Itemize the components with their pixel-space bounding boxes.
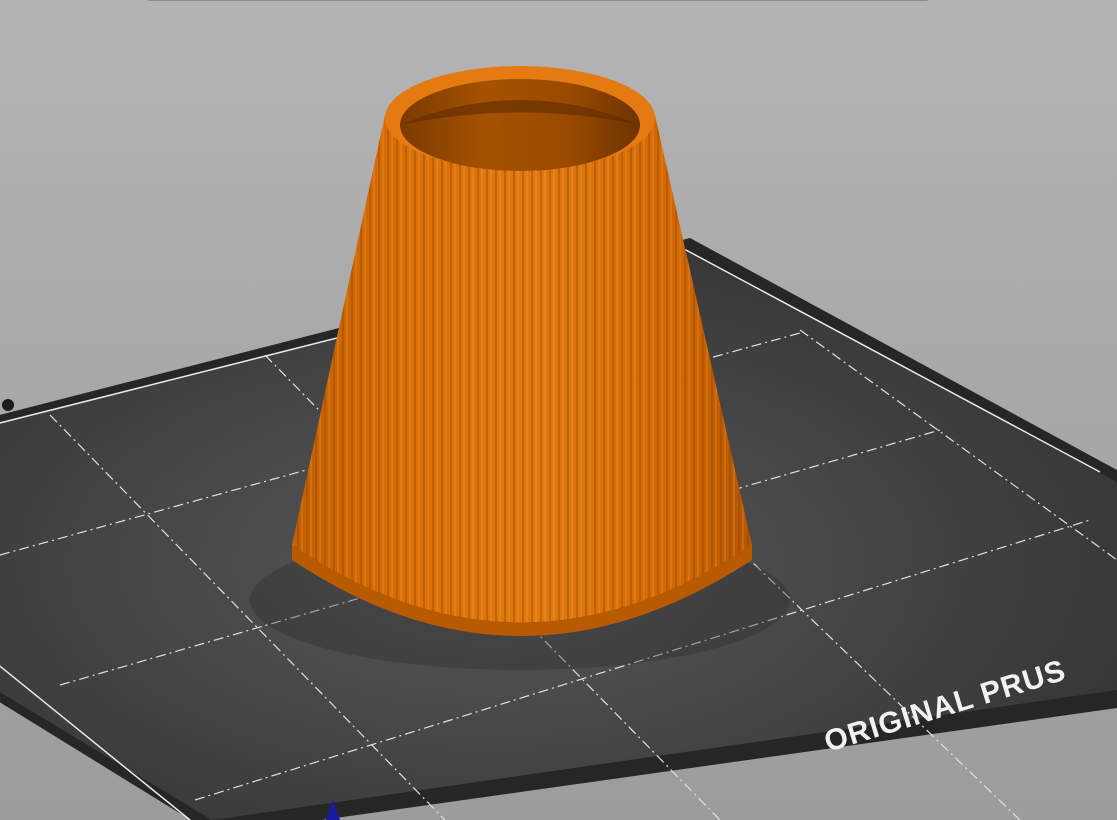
bed-corner-dot-icon <box>2 399 14 411</box>
vase-ribs <box>292 95 752 623</box>
scene-canvas[interactable]: ORIGINAL PRUS <box>0 0 1117 820</box>
vase-model[interactable] <box>292 66 752 636</box>
vase-opening <box>400 79 640 171</box>
3d-viewport[interactable]: ORIGINAL PRUS <box>0 0 1117 820</box>
